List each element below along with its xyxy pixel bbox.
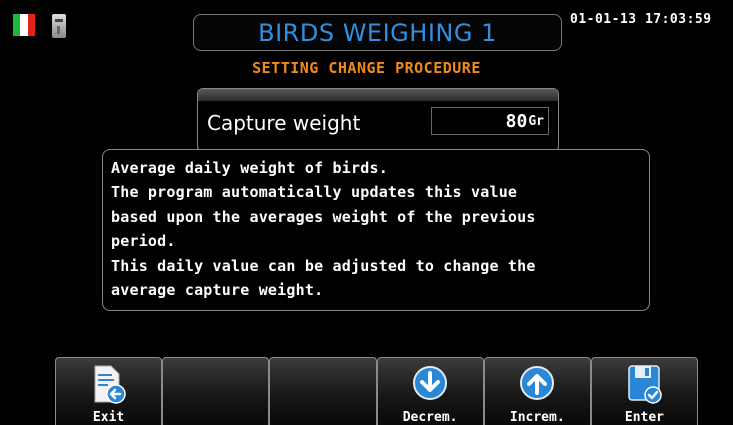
decrement-button[interactable]: Decrem. xyxy=(376,357,484,425)
arrow-up-circle-icon xyxy=(517,364,557,410)
setting-value: 80 xyxy=(505,110,528,132)
title-bar: BIRDS WEIGHING 1 xyxy=(193,14,562,51)
usb-drive-icon xyxy=(52,14,66,38)
description-line: This daily value can be adjusted to chan… xyxy=(111,256,536,275)
italy-flag-icon[interactable] xyxy=(13,14,35,36)
save-disk-icon xyxy=(624,364,664,410)
empty-button-3[interactable] xyxy=(269,357,377,425)
enter-label: Enter xyxy=(624,410,665,425)
description-line: based upon the averages weight of the pr… xyxy=(111,207,536,226)
increment-label: Increm. xyxy=(509,410,565,425)
date-time: 01-01-13 17:03:59 xyxy=(570,12,712,27)
function-toolbar: Exit Decrem. Increm. Enter xyxy=(55,357,699,425)
setting-label: Capture weight xyxy=(207,111,361,135)
arrow-down-circle-icon xyxy=(410,364,450,410)
exit-document-icon xyxy=(89,364,129,410)
capture-weight-field[interactable]: 80 Gr xyxy=(431,107,549,135)
procedure-subtitle: SETTING CHANGE PROCEDURE xyxy=(252,59,481,77)
exit-label: Exit xyxy=(92,410,125,425)
decrement-label: Decrem. xyxy=(402,410,458,425)
empty-button-2[interactable] xyxy=(162,357,270,425)
description-line: period. xyxy=(111,232,176,251)
increment-button[interactable]: Increm. xyxy=(483,357,591,425)
help-description-box: Average daily weight of birds. The progr… xyxy=(102,149,650,311)
enter-button[interactable]: Enter xyxy=(590,357,699,425)
description-line: Average daily weight of birds. xyxy=(111,159,388,177)
description-line: The program automatically updates this v… xyxy=(111,183,518,202)
page-title: BIRDS WEIGHING 1 xyxy=(258,18,497,47)
exit-button[interactable]: Exit xyxy=(55,357,163,425)
setting-panel: Capture weight 80 Gr xyxy=(197,88,559,152)
setting-unit: Gr xyxy=(528,113,544,129)
panel-header-bar xyxy=(198,89,558,101)
description-line: average capture weight. xyxy=(111,281,324,300)
